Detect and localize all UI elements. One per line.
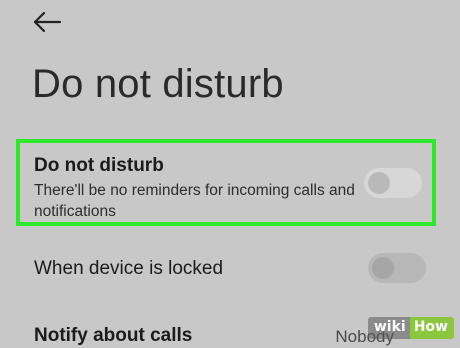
setting-row-do-not-disturb[interactable]: Do not disturb There'll be no reminders … <box>16 139 436 226</box>
setting-row-when-device-locked[interactable]: When device is locked <box>16 248 436 288</box>
watermark-part1: wiki <box>367 317 410 339</box>
wikihow-watermark: wiki How <box>367 317 454 339</box>
do-not-disturb-toggle[interactable] <box>364 168 422 198</box>
watermark-part2: How <box>409 317 454 339</box>
setting-label: Notify about calls <box>34 325 193 346</box>
toggle-knob <box>372 257 394 279</box>
back-arrow-icon[interactable] <box>32 10 62 34</box>
page-title: Do not disturb <box>32 62 284 106</box>
toggle-knob <box>368 172 390 194</box>
when-locked-toggle[interactable] <box>368 253 426 283</box>
setting-label: Do not disturb <box>34 155 164 176</box>
setting-label: When device is locked <box>34 258 224 279</box>
setting-description: There'll be no reminders for incoming ca… <box>34 182 355 220</box>
